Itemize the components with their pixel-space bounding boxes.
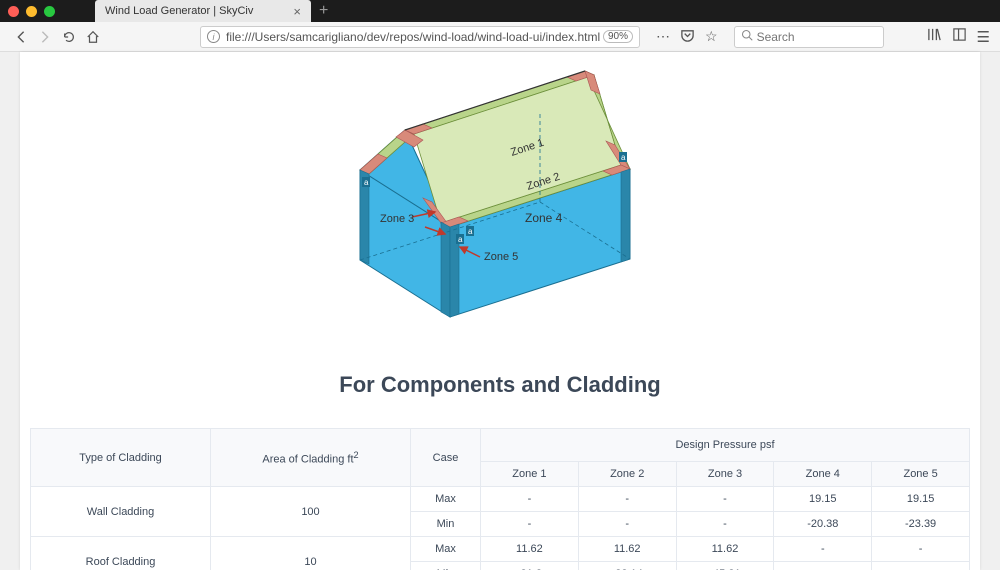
close-tab-icon[interactable]: × [293, 4, 301, 19]
window-titlebar: Wind Load Generator | SkyCiv × + [0, 0, 1000, 22]
reload-button[interactable] [58, 26, 80, 48]
svg-text:a: a [468, 227, 473, 236]
browser-toolbar: i file:///Users/samcarigliano/dev/repos/… [0, 22, 1000, 52]
th-zone2: Zone 2 [578, 462, 676, 487]
th-area: Area of Cladding ft2 [211, 429, 411, 487]
sidebar-icon[interactable] [952, 27, 967, 46]
th-design-pressure: Design Pressure psf [481, 429, 970, 462]
building-diagram: Zone 1 Zone 2 Zone 3 Zone 4 Zone 5 a a a… [350, 62, 650, 322]
cladding-table: Type of Cladding Area of Cladding ft2 Ca… [30, 428, 970, 570]
search-icon [741, 29, 753, 44]
traffic-lights [8, 6, 55, 17]
th-zone1: Zone 1 [481, 462, 579, 487]
diagram-wrap: Zone 1 Zone 2 Zone 3 Zone 4 Zone 5 a a a… [20, 52, 980, 322]
minimize-window[interactable] [26, 6, 37, 17]
search-bar[interactable] [734, 26, 884, 48]
maximize-window[interactable] [44, 6, 55, 17]
site-info-icon[interactable]: i [207, 30, 220, 43]
nav-buttons [10, 26, 104, 48]
tab-strip: Wind Load Generator | SkyCiv × + [95, 0, 336, 22]
th-zone5: Zone 5 [872, 462, 970, 487]
page-content: Zone 1 Zone 2 Zone 3 Zone 4 Zone 5 a a a… [20, 52, 980, 570]
library-icon[interactable] [927, 27, 942, 46]
browser-tab[interactable]: Wind Load Generator | SkyCiv × [95, 0, 311, 22]
th-case: Case [411, 429, 481, 487]
table-row: Wall Cladding 100 Max - - - 19.15 19.15 [31, 487, 970, 512]
zoom-badge[interactable]: 90% [603, 30, 633, 43]
address-bar[interactable]: i file:///Users/samcarigliano/dev/repos/… [200, 26, 640, 48]
bookmark-star-icon[interactable]: ☆ [705, 28, 718, 45]
tab-title: Wind Load Generator | SkyCiv [105, 5, 253, 17]
new-tab-button[interactable]: + [311, 0, 336, 22]
svg-text:a: a [364, 178, 369, 187]
home-button[interactable] [82, 26, 104, 48]
svg-text:a: a [621, 153, 626, 162]
zone5-label: Zone 5 [484, 251, 518, 263]
url-text: file:///Users/samcarigliano/dev/repos/wi… [226, 30, 600, 44]
toolbar-right: ☰ [927, 27, 990, 46]
th-zone3: Zone 3 [676, 462, 774, 487]
close-window[interactable] [8, 6, 19, 17]
forward-button[interactable] [34, 26, 56, 48]
svg-text:a: a [458, 235, 463, 244]
th-zone4: Zone 4 [774, 462, 872, 487]
pocket-icon[interactable] [680, 28, 695, 46]
section-heading: For Components and Cladding [20, 372, 980, 398]
search-input[interactable] [757, 30, 877, 44]
table-row: Roof Cladding 10 Max 11.62 11.62 11.62 -… [31, 537, 970, 562]
page-actions: ⋯ ☆ [656, 28, 718, 46]
back-button[interactable] [10, 26, 32, 48]
zone4-label: Zone 4 [525, 211, 563, 225]
th-type: Type of Cladding [31, 429, 211, 487]
zone3-label: Zone 3 [380, 213, 414, 225]
menu-icon[interactable]: ☰ [977, 28, 990, 46]
more-dots-icon[interactable]: ⋯ [656, 28, 670, 45]
